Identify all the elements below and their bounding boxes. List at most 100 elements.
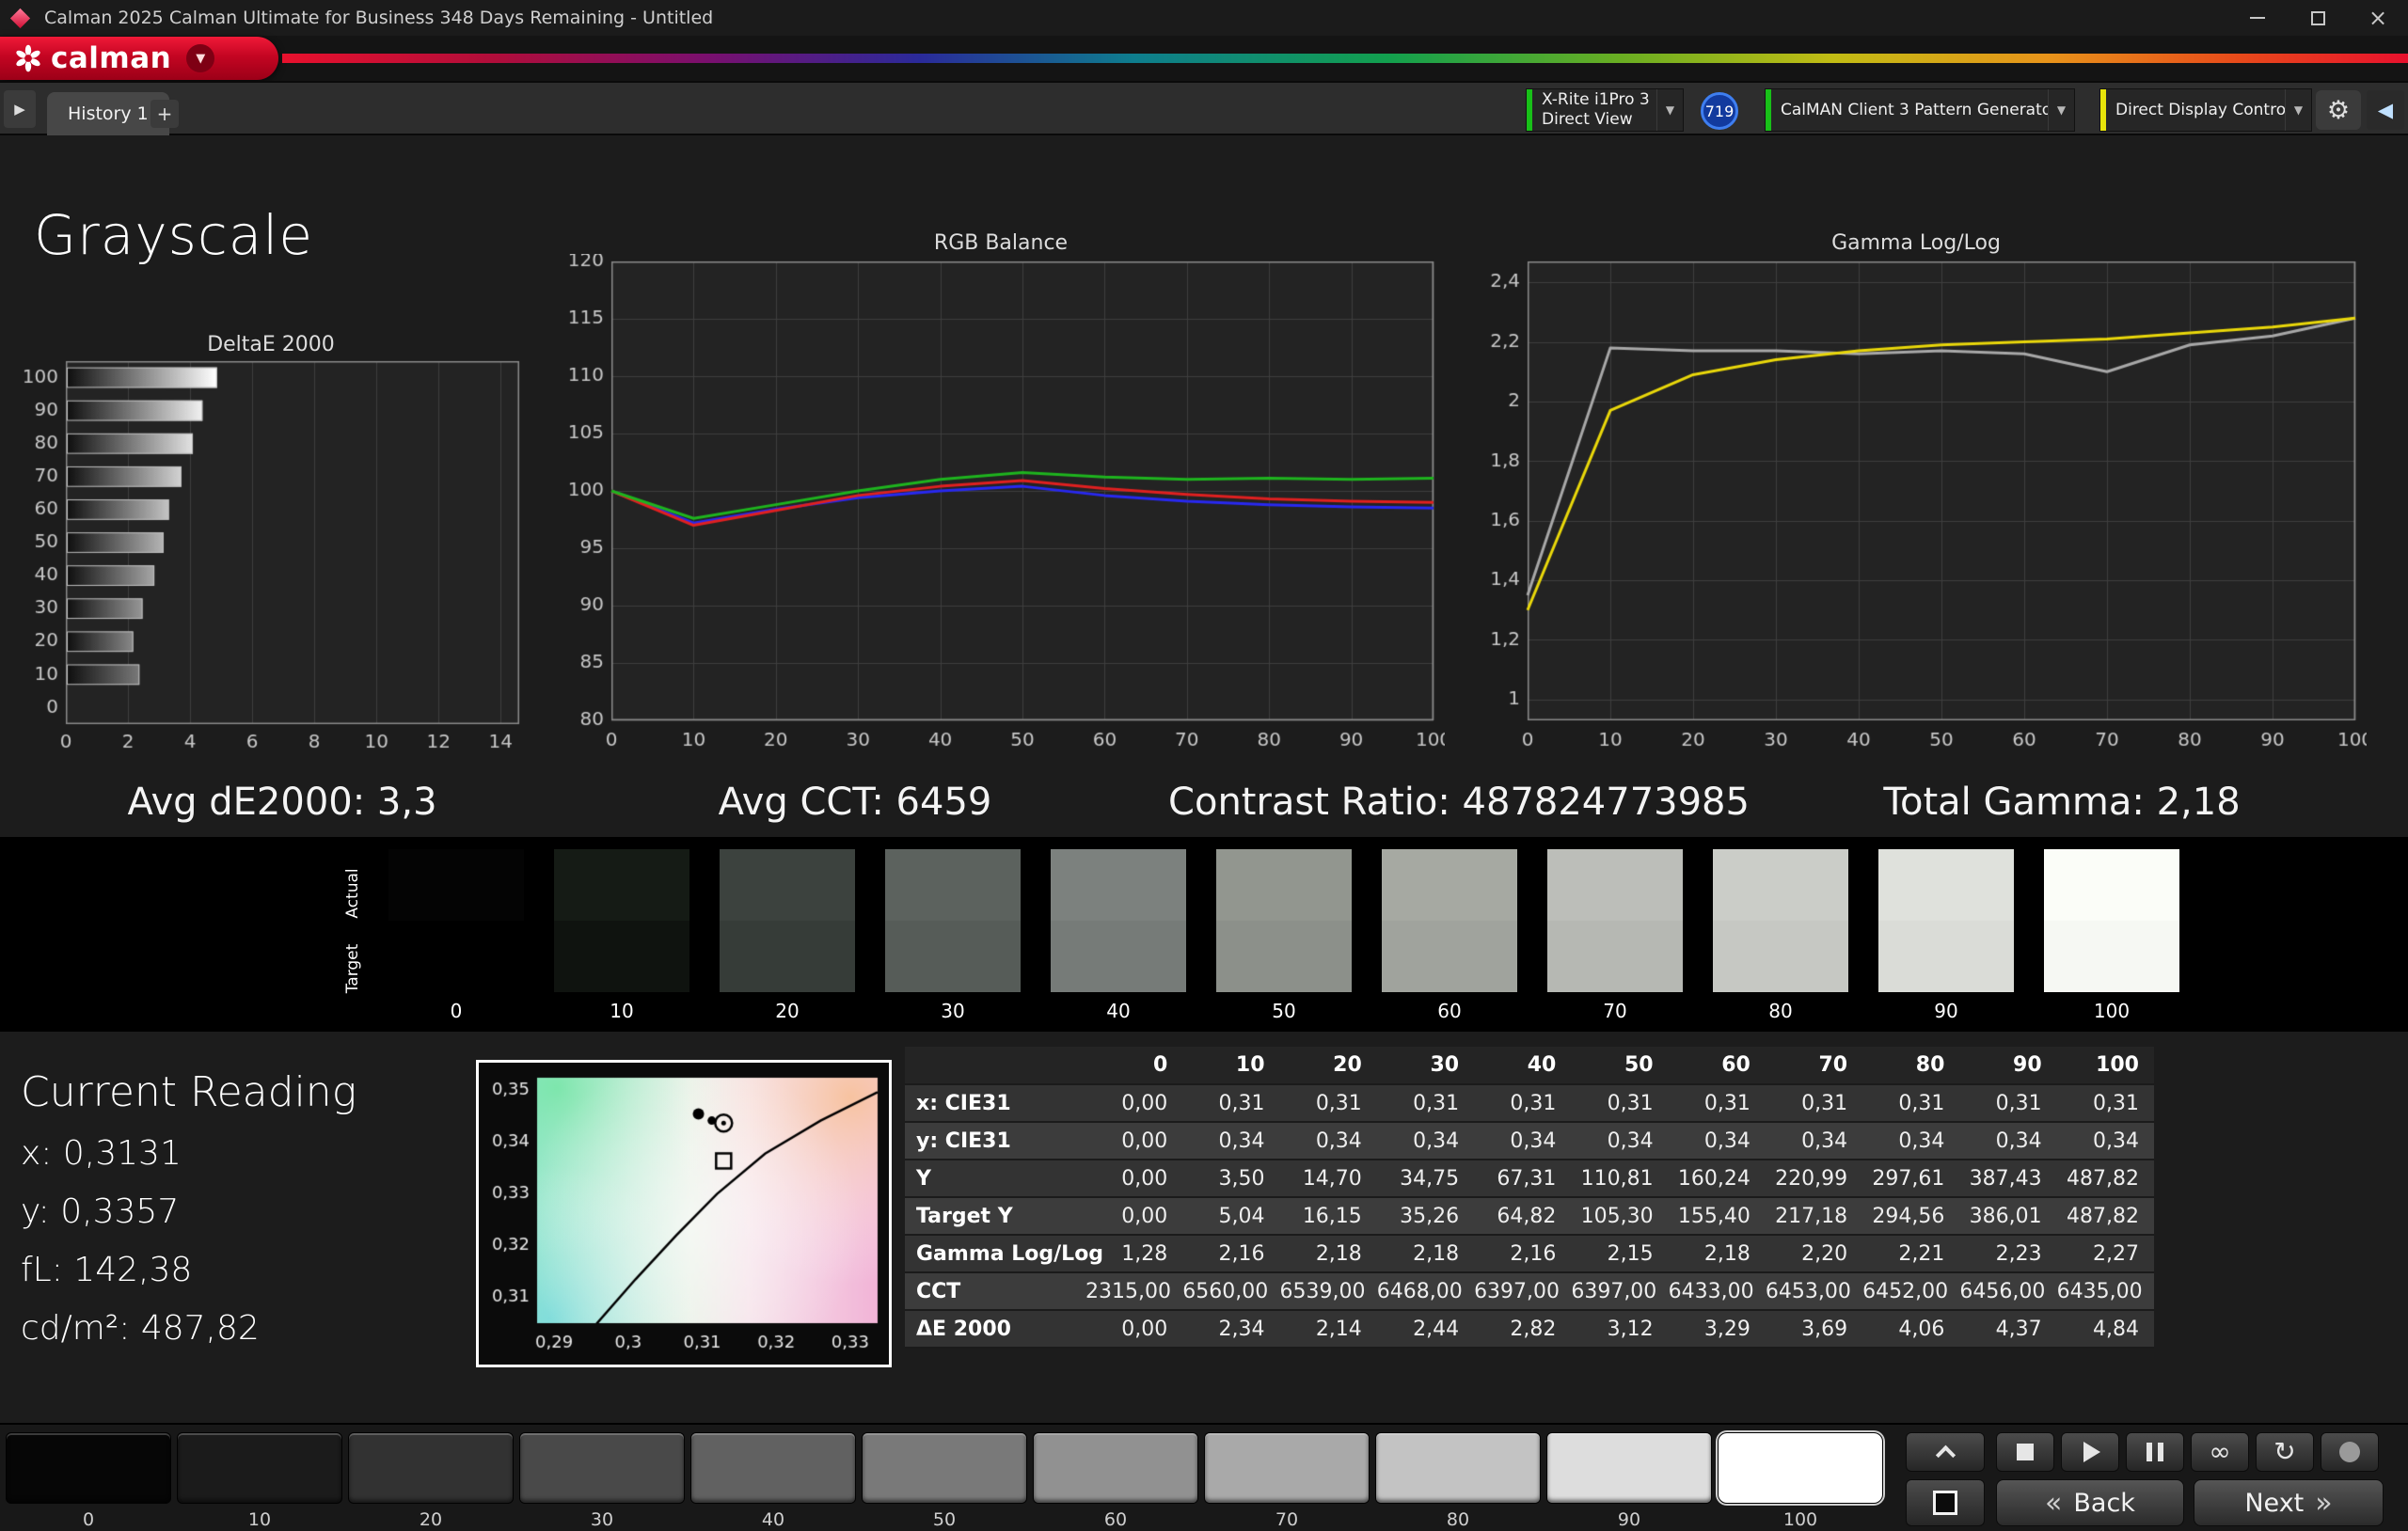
pattern-level-button-80[interactable]	[1375, 1432, 1541, 1504]
swatch-target-half	[388, 921, 524, 992]
close-button[interactable]: ×	[2348, 0, 2408, 36]
swatch-actual-half	[720, 849, 855, 921]
swatch-actual-half	[1216, 849, 1352, 921]
pattern-level-cell-70: 70	[1204, 1432, 1370, 1530]
row-label: ΔE 2000	[905, 1310, 1085, 1348]
col-header-40: 40	[1474, 1047, 1571, 1084]
table-cell: 0,34	[2057, 1122, 2154, 1160]
deltae-chart-title: DeltaE 2000	[9, 333, 532, 356]
table-cell: 6560,00	[1182, 1272, 1279, 1310]
collapse-panel-button[interactable]: ◀	[2367, 90, 2404, 130]
meter-dropdown[interactable]: X-Rite i1Pro 3 Direct View ▼	[1526, 88, 1684, 132]
swatch-patch	[2044, 849, 2179, 992]
row-label: x: CIE31	[905, 1084, 1085, 1122]
table-cell: 0,31	[1766, 1084, 1862, 1122]
continuous-read-button[interactable]: ∞	[2191, 1432, 2249, 1472]
table-cell: 6468,00	[1377, 1272, 1474, 1310]
swatch-row: 0102030405060708090100	[388, 849, 2179, 1022]
meter-status-button[interactable]	[2321, 1432, 2379, 1472]
table-cell: 487,82	[2057, 1160, 2154, 1197]
grayscale-swatch-50: 50	[1216, 849, 1352, 1022]
pattern-generator-dropdown[interactable]: CalMAN Client 3 Pattern Generator ▼	[1765, 88, 2075, 132]
back-label: Back	[2073, 1489, 2135, 1518]
col-header-90: 90	[1959, 1047, 2056, 1084]
pattern-level-button-30[interactable]	[519, 1432, 685, 1504]
swatch-actual-half	[1878, 849, 2014, 921]
table-cell: 6539,00	[1280, 1272, 1377, 1310]
history-expand-button[interactable]: ▶	[4, 90, 36, 128]
settings-button[interactable]: ⚙	[2316, 90, 2361, 130]
table-cell: 0,31	[1669, 1084, 1766, 1122]
table-cell: 2,44	[1377, 1310, 1474, 1348]
infinity-icon: ∞	[2209, 1439, 2230, 1465]
calman-menu-chevron[interactable]: ▼	[186, 44, 214, 72]
pattern-level-label: 50	[933, 1509, 956, 1530]
loop-button[interactable]: ↻	[2256, 1432, 2314, 1472]
table-cell: 0,34	[1669, 1122, 1766, 1160]
table-cell: 0,34	[1474, 1122, 1571, 1160]
pause-button[interactable]	[2126, 1432, 2184, 1472]
pattern-level-cell-60: 60	[1033, 1432, 1198, 1530]
swatch-level-label: 60	[1437, 1000, 1461, 1022]
swatch-patch	[1216, 849, 1352, 992]
calman-app-icon	[10, 8, 30, 27]
table-cell: 67,31	[1474, 1160, 1571, 1197]
pattern-level-button-60[interactable]	[1033, 1432, 1198, 1504]
table-cell: 3,29	[1669, 1310, 1766, 1348]
chevron-down-icon: ▼	[2057, 103, 2066, 117]
loop-icon: ↻	[2273, 1439, 2295, 1465]
add-tab-button[interactable]: +	[150, 100, 179, 128]
swatch-patch	[554, 849, 689, 992]
page-title: Grayscale	[34, 203, 313, 267]
pattern-window-button[interactable]	[1906, 1479, 1985, 1526]
deltae-bar-chart	[9, 357, 532, 758]
table-cell: 0,31	[1571, 1084, 1668, 1122]
stop-button[interactable]	[1996, 1432, 2054, 1472]
pattern-level-label: 90	[1618, 1509, 1640, 1530]
pattern-level-button-70[interactable]	[1204, 1432, 1370, 1504]
pattern-level-button-40[interactable]	[690, 1432, 856, 1504]
table-cell: 34,75	[1377, 1160, 1474, 1197]
scroll-up-button[interactable]	[1906, 1432, 1985, 1472]
swatch-level-label: 50	[1272, 1000, 1295, 1022]
meter-dropdown-chevron: ▼	[1656, 89, 1683, 131]
grayscale-swatch-80: 80	[1713, 849, 1848, 1022]
pattern-level-button-10[interactable]	[177, 1432, 342, 1504]
pattern-level-label: 60	[1104, 1509, 1127, 1530]
play-button[interactable]	[2061, 1432, 2119, 1472]
swatch-actual-half	[1547, 849, 1683, 921]
next-button[interactable]: Next »	[2194, 1479, 2384, 1526]
calman-menu-button[interactable]: calman ▼	[0, 37, 278, 80]
back-button[interactable]: « Back	[1996, 1479, 2184, 1526]
pattern-level-button-0[interactable]	[6, 1432, 171, 1504]
table-cell: 0,34	[1766, 1122, 1862, 1160]
swatch-target-half	[1878, 921, 2014, 992]
pattern-level-button-100[interactable]	[1718, 1432, 1883, 1504]
table-cell: 0,31	[1280, 1084, 1377, 1122]
col-header-100: 100	[2057, 1047, 2154, 1084]
pattern-window-icon	[1933, 1491, 1957, 1515]
maximize-button[interactable]	[2288, 0, 2348, 36]
cie-diagram	[479, 1063, 889, 1365]
pause-icon	[2158, 1443, 2163, 1461]
pattern-level-button-90[interactable]	[1546, 1432, 1712, 1504]
pattern-generator-label: CalMAN Client 3 Pattern Generator	[1771, 101, 2048, 120]
next-label: Next	[2244, 1489, 2304, 1518]
swatch-actual-half	[1713, 849, 1848, 921]
swatch-level-label: 40	[1106, 1000, 1130, 1022]
pattern-level-label: 0	[83, 1509, 94, 1530]
swatch-level-label: 100	[2094, 1000, 2130, 1022]
table-cell: 0,31	[1862, 1084, 1959, 1122]
pattern-level-button-20[interactable]	[348, 1432, 514, 1504]
col-header-10: 10	[1182, 1047, 1279, 1084]
minimize-button[interactable]	[2227, 0, 2288, 36]
pattern-level-label: 20	[420, 1509, 442, 1530]
col-header-60: 60	[1669, 1047, 1766, 1084]
display-control-dropdown[interactable]: Direct Display Control ▼	[2099, 88, 2312, 132]
table-cell: 160,24	[1669, 1160, 1766, 1197]
table-cell: 2,15	[1571, 1235, 1668, 1272]
pattern-level-button-50[interactable]	[862, 1432, 1027, 1504]
grayscale-swatch-30: 30	[885, 849, 1021, 1022]
swatch-patch	[885, 849, 1021, 992]
meter-name: X-Rite i1Pro 3	[1542, 90, 1647, 110]
